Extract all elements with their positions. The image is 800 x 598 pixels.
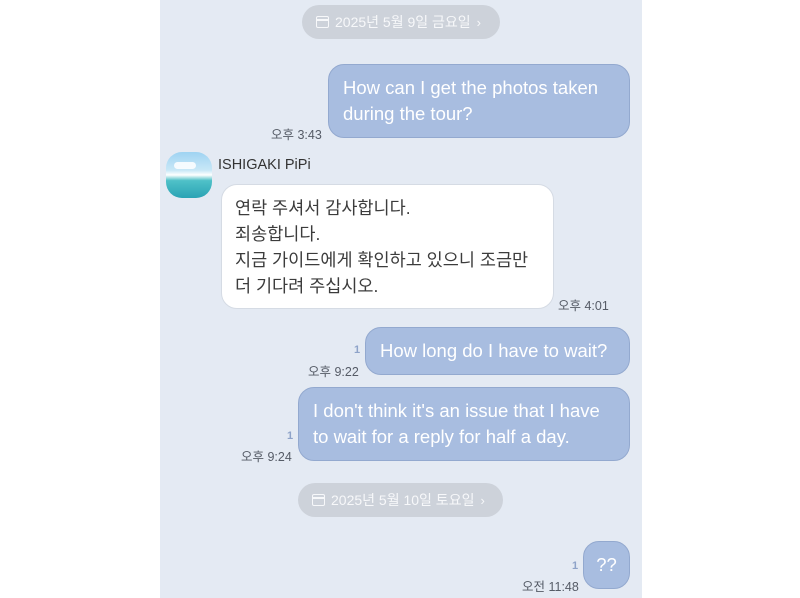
message-line: 지금 가이드에게 확인하고 있으니 조금만 (235, 250, 529, 270)
message-time: 오후 9:24 (241, 450, 292, 464)
message-line: 연락 주셔서 감사합니다. (235, 198, 411, 218)
date-divider[interactable]: 2025년 5월 9일 금요일 › (302, 5, 500, 39)
message-bubble[interactable]: How long do I have to wait? (365, 327, 630, 375)
message-line: How long do I have to wait? (380, 340, 608, 361)
sender-name: ISHIGAKI PiPi (218, 157, 311, 173)
message-line: How can I get the photos taken (343, 77, 599, 98)
date-divider[interactable]: 2025년 5월 10일 토요일 › (298, 483, 503, 517)
message-line: to wait for a reply for half a day. (313, 426, 570, 447)
message-time: 오후 4:01 (558, 299, 609, 313)
message-line: 더 기다려 주십시오. (235, 276, 379, 296)
message-bubble[interactable]: How can I get the photos taken during th… (328, 64, 630, 138)
message-bubble[interactable]: I don't think it's an issue that I have … (298, 387, 630, 461)
unread-count: 1 (572, 560, 579, 572)
message-time: 오후 3:43 (271, 128, 322, 142)
message-line: during the tour? (343, 103, 473, 124)
avatar[interactable] (166, 152, 212, 198)
unread-count: 1 (287, 430, 294, 442)
message-bubble[interactable]: 연락 주셔서 감사합니다. 죄송합니다. 지금 가이드에게 확인하고 있으니 조… (221, 184, 554, 309)
message-time: 오전 11:48 (522, 580, 579, 594)
message-line: 죄송합니다. (235, 224, 321, 244)
message-line: ?? (596, 554, 617, 575)
date-label: 2025년 5월 10일 토요일 (331, 492, 475, 508)
chevron-right-icon: › (480, 492, 485, 508)
message-bubble[interactable]: ?? (583, 541, 630, 589)
calendar-icon (312, 494, 325, 506)
message-time: 오후 9:22 (308, 365, 359, 379)
unread-count: 1 (354, 344, 361, 356)
calendar-icon (316, 16, 329, 28)
chevron-right-icon: › (476, 14, 482, 30)
message-line: I don't think it's an issue that I have (313, 400, 600, 421)
date-label: 2025년 5월 9일 금요일 (335, 14, 471, 30)
chat-area[interactable]: 2025년 5월 9일 금요일 › How can I get the phot… (160, 0, 642, 598)
